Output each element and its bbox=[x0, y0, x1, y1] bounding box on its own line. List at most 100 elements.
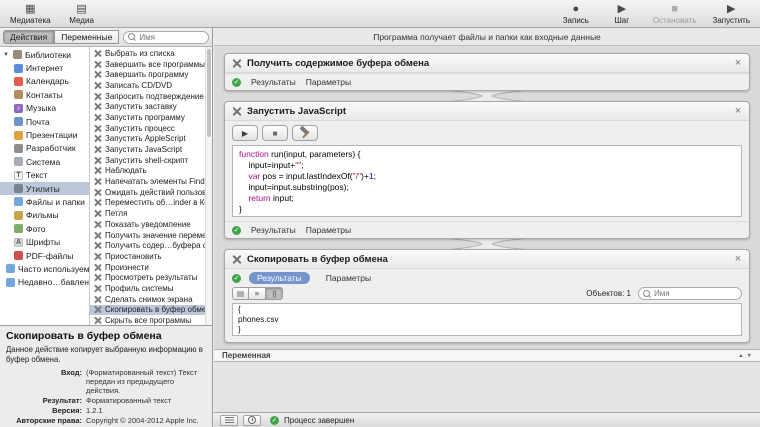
toolbar-button[interactable]: ● Запись bbox=[561, 3, 591, 25]
library-item[interactable]: Система bbox=[0, 155, 89, 168]
library-item[interactable]: Разработчик bbox=[0, 142, 89, 155]
library-item[interactable]: Презентации bbox=[0, 128, 89, 141]
grid-view-button[interactable] bbox=[232, 287, 249, 300]
library-item[interactable]: Календарь bbox=[0, 75, 89, 88]
description-field-label: Результат: bbox=[42, 396, 82, 405]
library-item[interactable]: Почта bbox=[0, 115, 89, 128]
stop-script-button[interactable] bbox=[262, 125, 288, 141]
action-item[interactable]: Скопировать в буфер обмена bbox=[90, 304, 212, 316]
action-item-label: Скопировать в буфер обмена bbox=[105, 305, 212, 315]
action-item[interactable]: Переместить об…inder в Корзину bbox=[90, 198, 212, 209]
action-item-label: Профиль системы bbox=[105, 283, 174, 293]
library-item[interactable]: PDF-файлы bbox=[0, 249, 89, 262]
js-code[interactable]: function run(input, parameters) { input=… bbox=[232, 145, 742, 217]
action-search-field[interactable] bbox=[123, 30, 209, 44]
action-item[interactable]: Завершить программу bbox=[90, 69, 212, 80]
workflow-canvas[interactable]: Получить содержимое буфера обмена Резуль… bbox=[214, 46, 760, 412]
action-item[interactable]: Завершить все программы bbox=[90, 59, 212, 70]
block-footer-tab[interactable]: Результаты bbox=[251, 225, 296, 235]
action-item[interactable]: Произнести bbox=[90, 262, 212, 273]
action-item[interactable]: Запустить AppleScript bbox=[90, 134, 212, 145]
toolbar-button[interactable]: ▶ Шаг bbox=[607, 3, 637, 25]
duration-view-button[interactable] bbox=[243, 414, 261, 426]
library-item[interactable]: Часто используемые bbox=[0, 262, 89, 275]
scrollbar-thumb[interactable] bbox=[207, 49, 211, 137]
action-item[interactable]: Напечатать элементы Finder bbox=[90, 176, 212, 187]
sidebar-tab[interactable]: Действия bbox=[3, 30, 55, 44]
results-search-input[interactable] bbox=[654, 289, 737, 298]
block-tab[interactable]: Результаты bbox=[249, 272, 310, 284]
toolbar-button[interactable]: ■ Остановить bbox=[653, 3, 697, 25]
action-item[interactable]: Просмотреть результаты bbox=[90, 272, 212, 283]
source-view-button[interactable] bbox=[266, 287, 283, 300]
close-icon[interactable] bbox=[733, 58, 743, 69]
library-item[interactable]: Утилиты bbox=[0, 181, 89, 196]
block-footer-tab[interactable]: Параметры bbox=[306, 77, 351, 87]
toolbar-button[interactable]: ▶ Запустить bbox=[713, 3, 751, 25]
block-footer-tab[interactable]: Результаты bbox=[251, 77, 296, 87]
action-item-label: Наблюдать bbox=[105, 166, 147, 176]
block-header[interactable]: Запустить JavaScript bbox=[225, 102, 749, 121]
workflow-block-get-clipboard-contents[interactable]: Получить содержимое буфера обмена Резуль… bbox=[224, 53, 750, 91]
library-list[interactable]: Библиотеки Интернет Календарь bbox=[0, 47, 90, 325]
action-item[interactable]: Сделать снимок экрана bbox=[90, 294, 212, 305]
library-item[interactable]: Интернет bbox=[0, 61, 89, 74]
action-item[interactable]: Запустить shell-скрипт bbox=[90, 155, 212, 166]
library-item[interactable]: ♪ Музыка bbox=[0, 102, 89, 115]
action-item[interactable]: Запустить процесс bbox=[90, 123, 212, 134]
disclosure-triangle-icon[interactable] bbox=[3, 52, 10, 58]
action-item[interactable]: Получить содер…буфера обмена bbox=[90, 240, 212, 251]
action-item[interactable]: Выбрать из списка bbox=[90, 48, 212, 59]
sidebar-tab[interactable]: Переменные bbox=[54, 30, 120, 44]
list-view-button[interactable] bbox=[249, 287, 266, 300]
toolbar-button[interactable]: ▤ Медиа bbox=[67, 3, 97, 25]
action-item[interactable]: Скрыть все программы bbox=[90, 315, 212, 325]
action-item[interactable]: Петля bbox=[90, 208, 212, 219]
compile-script-button[interactable] bbox=[292, 125, 318, 141]
actions-list[interactable]: Выбрать из списка Завершить все программ… bbox=[90, 47, 212, 325]
library-item-label: PDF-файлы bbox=[26, 250, 74, 261]
library-item[interactable]: Фильмы bbox=[0, 209, 89, 222]
close-icon[interactable] bbox=[733, 106, 743, 117]
action-item[interactable]: Запросить подтверждение bbox=[90, 91, 212, 102]
library-item[interactable]: Фото bbox=[0, 222, 89, 235]
library-item[interactable]: Библиотеки bbox=[0, 48, 89, 61]
scroll-up-icon[interactable] bbox=[738, 353, 743, 359]
run-script-button[interactable] bbox=[232, 125, 258, 141]
scroll-down-icon[interactable] bbox=[747, 353, 752, 359]
action-item[interactable]: Показать уведомление bbox=[90, 219, 212, 230]
action-item[interactable]: Ожидать действий пользователя bbox=[90, 187, 212, 198]
close-icon[interactable] bbox=[733, 254, 743, 265]
action-item[interactable]: Получить значение переменной bbox=[90, 230, 212, 241]
action-tools-icon bbox=[93, 284, 102, 293]
action-item[interactable]: Наблюдать bbox=[90, 166, 212, 177]
results-search-field[interactable] bbox=[638, 287, 742, 300]
action-item[interactable]: Запустить JavaScript bbox=[90, 144, 212, 155]
search-input[interactable] bbox=[139, 32, 204, 42]
action-item[interactable]: Запустить заставку bbox=[90, 101, 212, 112]
library-item[interactable]: T Текст bbox=[0, 169, 89, 182]
action-item[interactable]: Приостановить bbox=[90, 251, 212, 262]
library-item[interactable]: A Шрифты bbox=[0, 235, 89, 248]
library-item[interactable]: Файлы и папки bbox=[0, 195, 89, 208]
library-item[interactable]: Контакты bbox=[0, 88, 89, 101]
scrollbar-arrows[interactable] bbox=[738, 353, 752, 359]
actions-scrollbar[interactable] bbox=[205, 47, 212, 325]
log-view-button[interactable] bbox=[220, 414, 238, 426]
action-item[interactable]: Записать CD/DVD bbox=[90, 80, 212, 91]
library-item-label: Почта bbox=[26, 116, 50, 127]
variables-pane-header[interactable]: Переменная bbox=[214, 349, 760, 362]
block-header[interactable]: Скопировать в буфер обмена bbox=[225, 250, 749, 269]
workflow-block-copy-to-clipboard[interactable]: Скопировать в буфер обмена Результаты Па… bbox=[224, 249, 750, 343]
block-header[interactable]: Получить содержимое буфера обмена bbox=[225, 54, 749, 73]
action-item[interactable]: Профиль системы bbox=[90, 283, 212, 294]
action-item-label: Петля bbox=[105, 209, 128, 219]
toolbar-button[interactable]: ▦ Медиатека bbox=[10, 3, 51, 25]
toolbar-button-label: Запустить bbox=[712, 15, 751, 25]
workflow-block-run-javascript[interactable]: Запустить JavaScript function run(input,… bbox=[224, 101, 750, 239]
library-item[interactable]: Недавно…бавленные bbox=[0, 276, 89, 289]
results-output[interactable]: { phones.csv } bbox=[232, 303, 742, 336]
action-item[interactable]: Запустить программу bbox=[90, 112, 212, 123]
block-footer-tab[interactable]: Параметры bbox=[306, 225, 351, 235]
block-tab[interactable]: Параметры bbox=[318, 272, 379, 284]
